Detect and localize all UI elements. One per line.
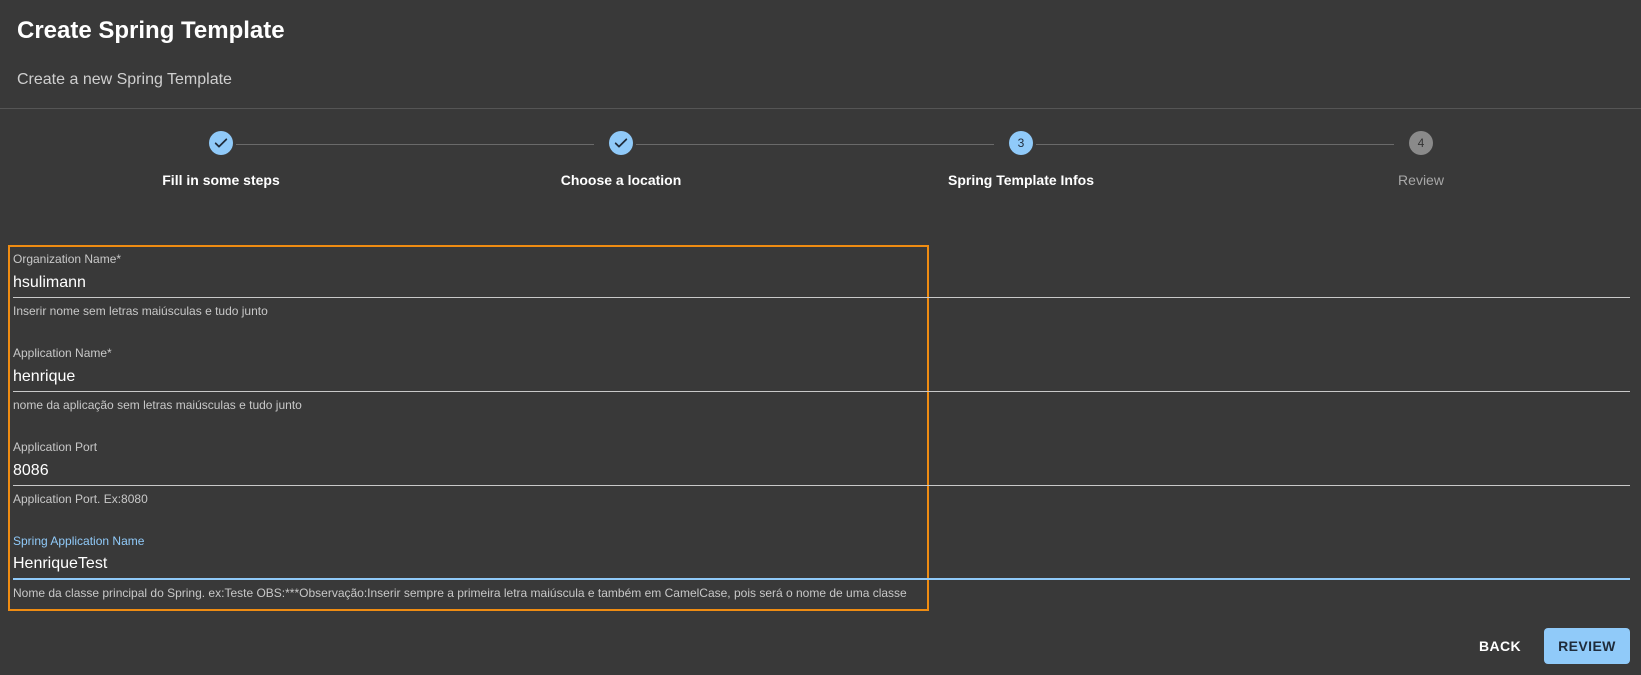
step-choose-a-location[interactable]: Choose a location — [521, 131, 721, 188]
step-label: Review — [1398, 172, 1444, 188]
page-subtitle: Create a new Spring Template — [17, 71, 232, 88]
stepper: Fill in some steps Choose a location 3 S… — [0, 131, 1641, 191]
helper-text: Nome da classe principal do Spring. ex:T… — [13, 586, 907, 600]
step-label: Spring Template Infos — [948, 172, 1094, 188]
step-label: Fill in some steps — [162, 172, 280, 188]
page-title: Create Spring Template — [17, 17, 285, 44]
application-name-input[interactable] — [13, 367, 1630, 392]
field-label: Spring Application Name — [13, 534, 145, 548]
step-spring-template-infos[interactable]: 3 Spring Template Infos — [921, 131, 1121, 188]
step-label: Choose a location — [560, 172, 682, 188]
field-label: Organization Name* — [13, 252, 122, 266]
step-fill-in-some-steps[interactable]: Fill in some steps — [121, 131, 321, 188]
review-button[interactable]: REVIEW — [1544, 628, 1630, 664]
helper-text: Application Port. Ex:8080 — [13, 492, 148, 506]
organization-name-field: Organization Name* Inserir nome sem letr… — [13, 252, 1630, 318]
check-icon — [209, 131, 233, 155]
step-number-badge: 3 — [1009, 131, 1033, 155]
field-label: Application Name* — [13, 346, 112, 360]
organization-name-input[interactable] — [13, 273, 1630, 298]
back-button[interactable]: BACK — [1468, 628, 1532, 664]
spring-application-name-field: Spring Application Name Nome da classe p… — [13, 534, 1630, 600]
helper-text: Inserir nome sem letras maiúsculas e tud… — [13, 304, 268, 318]
application-port-field: Application Port Application Port. Ex:80… — [13, 440, 1630, 506]
check-icon — [609, 131, 633, 155]
application-name-field: Application Name* nome da aplicação sem … — [13, 346, 1630, 412]
spring-application-name-input[interactable] — [13, 555, 1630, 580]
helper-text: nome da aplicação sem letras maiúsculas … — [13, 398, 302, 412]
page-header: Create Spring Template Create a new Spri… — [0, 0, 1641, 109]
application-port-input[interactable] — [13, 461, 1630, 486]
field-label: Application Port — [13, 440, 98, 454]
step-review[interactable]: 4 Review — [1321, 131, 1521, 188]
step-number-badge: 4 — [1409, 131, 1433, 155]
